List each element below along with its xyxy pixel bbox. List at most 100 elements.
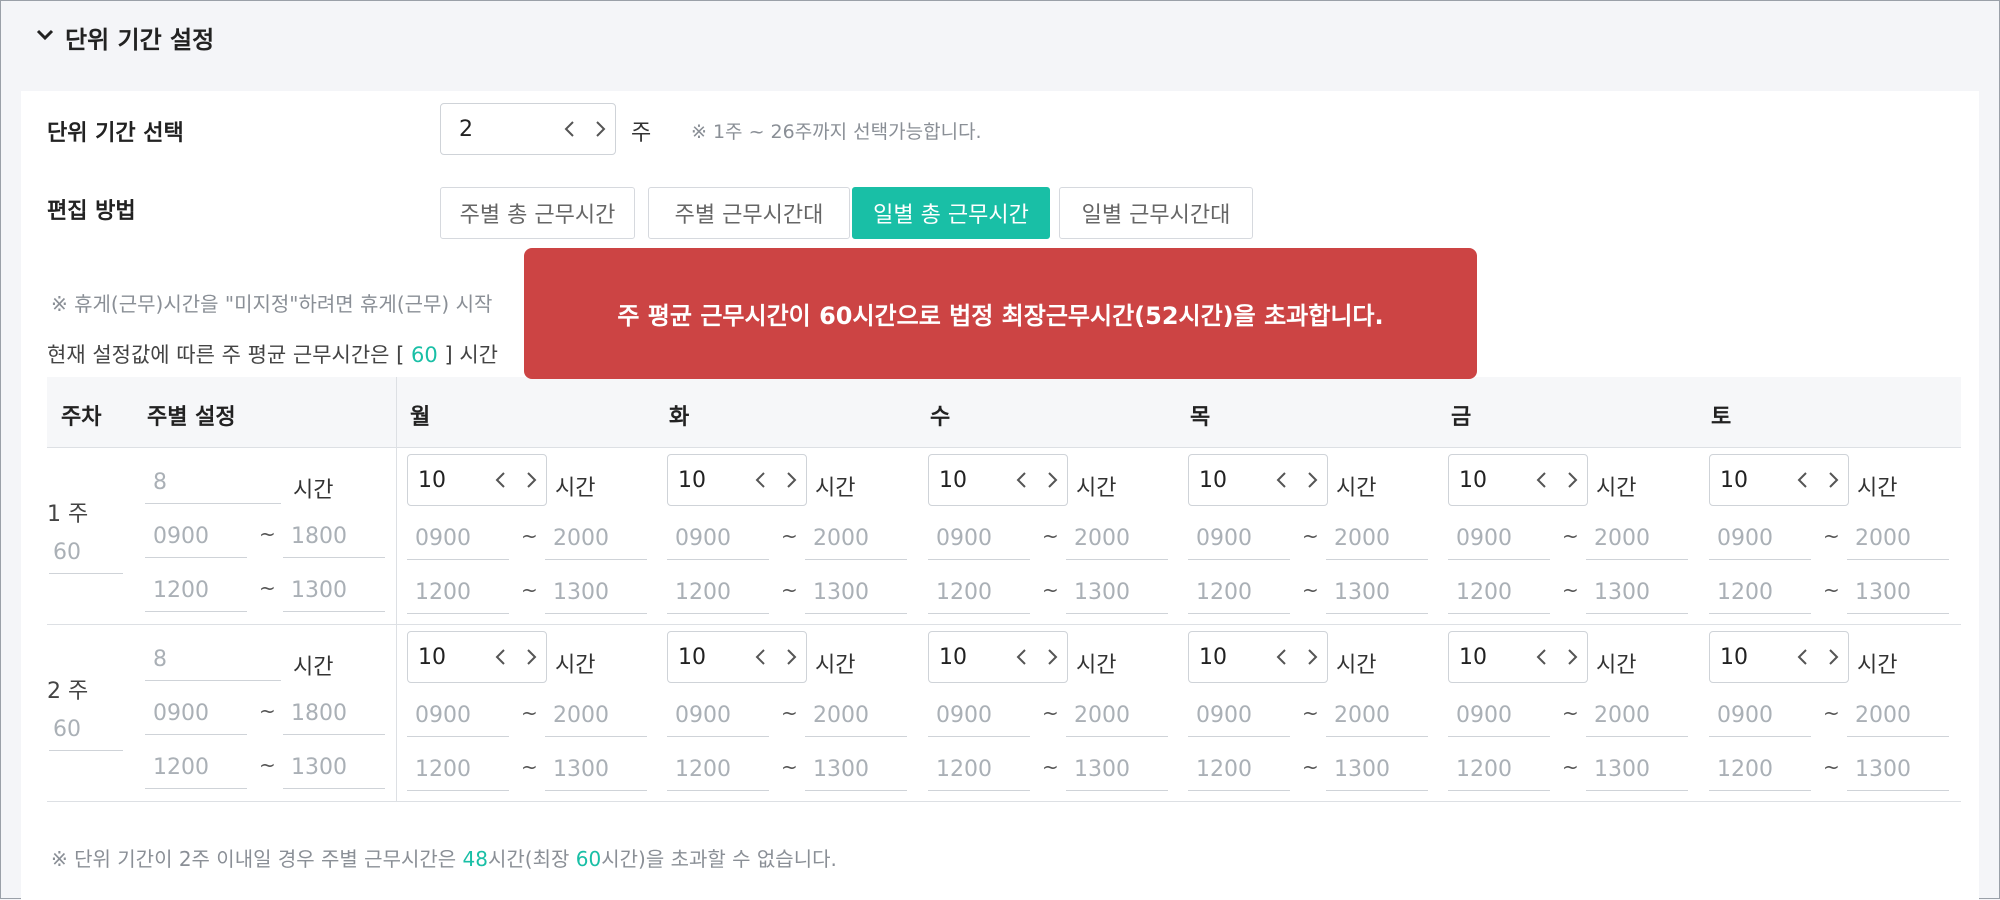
day-hours-stepper[interactable]: 10 [928,454,1068,506]
chevron-right-icon[interactable] [1557,455,1587,505]
chevron-left-icon[interactable] [1527,632,1557,682]
chevron-left-icon[interactable] [1007,632,1037,682]
chevron-right-icon[interactable] [516,455,546,505]
day-hours-value[interactable]: 10 [668,468,746,493]
week-total-field[interactable]: 60 [49,532,123,574]
day-break-end[interactable]: 1300 [1586,749,1688,791]
day-hours-stepper[interactable]: 10 [1709,631,1849,683]
day-work-end[interactable]: 2000 [1586,695,1688,737]
day-hours-stepper[interactable]: 10 [407,631,547,683]
day-work-start[interactable]: 0900 [928,695,1030,737]
day-break-end[interactable]: 1300 [545,572,647,614]
day-work-end[interactable]: 2000 [1847,518,1949,560]
day-break-end[interactable]: 1300 [545,749,647,791]
day-work-start[interactable]: 0900 [1709,695,1811,737]
chevron-right-icon[interactable] [1818,455,1848,505]
chevron-right-icon[interactable] [1037,455,1067,505]
day-hours-stepper[interactable]: 10 [1448,454,1588,506]
weekly-break-start[interactable]: 1200 [145,570,247,612]
day-break-start[interactable]: 1200 [667,749,769,791]
chevron-right-icon[interactable] [1818,632,1848,682]
chevron-right-icon[interactable] [1557,632,1587,682]
chevron-left-icon[interactable] [1267,455,1297,505]
day-break-end[interactable]: 1300 [805,572,907,614]
day-work-start[interactable]: 0900 [407,518,509,560]
day-work-end[interactable]: 2000 [805,518,907,560]
day-break-end[interactable]: 1300 [1847,749,1949,791]
day-break-start[interactable]: 1200 [928,572,1030,614]
chevron-right-icon[interactable] [1037,632,1067,682]
chevron-left-icon[interactable] [555,104,585,154]
day-hours-stepper[interactable]: 10 [1188,454,1328,506]
edit-option-weekly-range[interactable]: 주별 근무시간대 [648,187,850,239]
day-break-start[interactable]: 1200 [928,749,1030,791]
chevron-right-icon[interactable] [776,455,806,505]
chevron-right-icon[interactable] [516,632,546,682]
day-break-end[interactable]: 1300 [1066,749,1168,791]
day-hours-stepper[interactable]: 10 [1188,631,1328,683]
chevron-left-icon[interactable] [486,455,516,505]
day-break-end[interactable]: 1300 [805,749,907,791]
chevron-left-icon[interactable] [746,632,776,682]
day-break-start[interactable]: 1200 [1709,572,1811,614]
day-hours-stepper[interactable]: 10 [928,631,1068,683]
edit-option-daily-range[interactable]: 일별 근무시간대 [1059,187,1253,239]
day-break-end[interactable]: 1300 [1847,572,1949,614]
period-value[interactable]: 2 [441,117,555,142]
weekly-work-start[interactable]: 0900 [145,516,247,558]
chevron-right-icon[interactable] [776,632,806,682]
day-work-end[interactable]: 2000 [1326,695,1428,737]
day-work-end[interactable]: 2000 [1847,695,1949,737]
section-header[interactable]: 단위 기간 설정 [35,19,214,55]
day-hours-value[interactable]: 10 [408,468,486,493]
day-work-end[interactable]: 2000 [545,518,647,560]
day-hours-stepper[interactable]: 10 [667,631,807,683]
chevron-left-icon[interactable] [1527,455,1557,505]
day-break-end[interactable]: 1300 [1326,572,1428,614]
day-work-end[interactable]: 2000 [545,695,647,737]
day-work-start[interactable]: 0900 [928,518,1030,560]
period-stepper[interactable]: 2 [440,103,616,155]
chevron-right-icon[interactable] [1297,632,1327,682]
day-hours-value[interactable]: 10 [1189,645,1267,670]
day-hours-stepper[interactable]: 10 [667,454,807,506]
day-break-start[interactable]: 1200 [1709,749,1811,791]
day-break-start[interactable]: 1200 [1448,749,1550,791]
day-break-start[interactable]: 1200 [407,749,509,791]
edit-option-weekly-total[interactable]: 주별 총 근무시간 [440,187,635,239]
chevron-left-icon[interactable] [746,455,776,505]
day-work-end[interactable]: 2000 [1326,518,1428,560]
chevron-right-icon[interactable] [1297,455,1327,505]
day-work-start[interactable]: 0900 [1709,518,1811,560]
day-break-start[interactable]: 1200 [1188,749,1290,791]
day-break-end[interactable]: 1300 [1066,572,1168,614]
weekly-break-end[interactable]: 1300 [283,570,385,612]
day-break-start[interactable]: 1200 [1448,572,1550,614]
day-work-start[interactable]: 0900 [667,518,769,560]
chevron-down-icon[interactable] [35,23,55,51]
chevron-left-icon[interactable] [1788,455,1818,505]
day-work-start[interactable]: 0900 [407,695,509,737]
day-hours-value[interactable]: 10 [1710,645,1788,670]
day-break-end[interactable]: 1300 [1586,572,1688,614]
day-break-start[interactable]: 1200 [407,572,509,614]
weekly-work-end[interactable]: 1800 [283,693,385,735]
day-work-end[interactable]: 2000 [1066,518,1168,560]
chevron-right-icon[interactable] [585,104,615,154]
day-work-start[interactable]: 0900 [1448,518,1550,560]
day-hours-value[interactable]: 10 [929,468,1007,493]
day-break-start[interactable]: 1200 [667,572,769,614]
day-work-start[interactable]: 0900 [1188,695,1290,737]
day-hours-value[interactable]: 10 [1449,468,1527,493]
day-work-start[interactable]: 0900 [667,695,769,737]
day-work-end[interactable]: 2000 [1066,695,1168,737]
day-work-end[interactable]: 2000 [805,695,907,737]
chevron-left-icon[interactable] [1788,632,1818,682]
day-hours-stepper[interactable]: 10 [407,454,547,506]
day-hours-stepper[interactable]: 10 [1709,454,1849,506]
day-work-start[interactable]: 0900 [1448,695,1550,737]
weekly-break-start[interactable]: 1200 [145,747,247,789]
day-hours-value[interactable]: 10 [1189,468,1267,493]
weekly-hours-input[interactable]: 8 [145,462,281,504]
weekly-hours-input[interactable]: 8 [145,639,281,681]
